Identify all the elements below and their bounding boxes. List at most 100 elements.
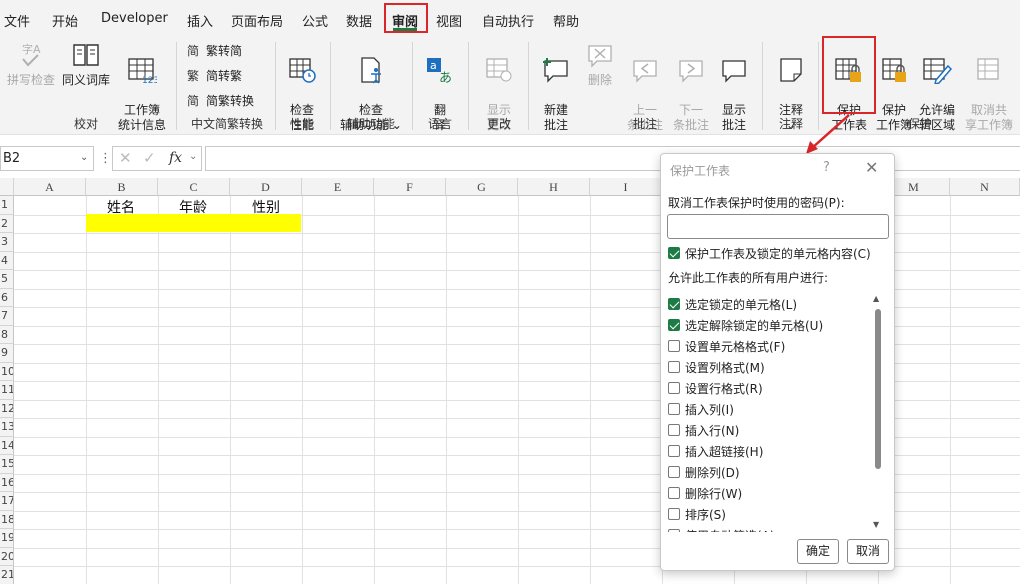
tab-insert[interactable]: 插入: [187, 11, 213, 30]
permission-option[interactable]: 设置列格式(M): [665, 359, 870, 377]
svg-text:繁: 繁: [187, 68, 199, 82]
row-header[interactable]: 4: [0, 251, 14, 270]
permission-option[interactable]: 使用自动筛选(A): [665, 527, 870, 532]
row-header[interactable]: 3: [0, 233, 14, 252]
svg-text:简: 简: [187, 44, 199, 57]
tab-developer[interactable]: Developer: [101, 11, 168, 26]
tab-file[interactable]: 文件: [4, 11, 30, 30]
unshare-workbook-button[interactable]: 取消共 享工作簿: [962, 41, 1016, 133]
t2s-button[interactable]: 简繁转简: [187, 42, 242, 59]
permission-checkbox[interactable]: [668, 508, 680, 520]
permission-option[interactable]: 选定解除锁定的单元格(U): [665, 317, 870, 335]
permission-option[interactable]: 选定锁定的单元格(L): [665, 296, 870, 314]
row-header[interactable]: 13: [0, 418, 14, 437]
permission-checkbox[interactable]: [668, 403, 680, 415]
tab-automate[interactable]: 自动执行: [482, 11, 534, 30]
column-header[interactable]: D: [230, 178, 302, 196]
formula-input[interactable]: [205, 146, 1020, 171]
chevron-down-icon[interactable]: ⌄: [189, 151, 197, 162]
row-header[interactable]: 8: [0, 325, 14, 344]
convert-button[interactable]: 简简繁转换: [187, 92, 254, 109]
permission-checkbox[interactable]: [668, 445, 680, 457]
row-header[interactable]: 2: [0, 214, 14, 233]
password-input[interactable]: [667, 214, 889, 239]
row-header[interactable]: 12: [0, 399, 14, 418]
s2t-button[interactable]: 繁简转繁: [187, 67, 242, 84]
permission-option[interactable]: 设置单元格格式(F): [665, 338, 870, 356]
ok-button[interactable]: 确定: [797, 539, 839, 564]
show-comments-button[interactable]: 显示 批注: [712, 41, 756, 133]
delete-comment-button[interactable]: 删除: [580, 41, 620, 88]
scroll-down-icon[interactable]: ▼: [873, 520, 879, 529]
permission-option[interactable]: 排序(S): [665, 506, 870, 524]
column-header[interactable]: G: [446, 178, 518, 196]
row-header[interactable]: 18: [0, 510, 14, 529]
permission-option[interactable]: 插入行(N): [665, 422, 870, 440]
row-header[interactable]: 15: [0, 455, 14, 474]
tab-view[interactable]: 视图: [436, 11, 462, 30]
cell-b1[interactable]: 姓名: [107, 197, 135, 217]
permission-checkbox[interactable]: [668, 319, 680, 331]
tab-data[interactable]: 数据: [346, 11, 372, 30]
permission-option[interactable]: 插入超链接(H): [665, 443, 870, 461]
chevron-down-icon[interactable]: ⌄: [80, 152, 88, 163]
cancel-icon[interactable]: ✕: [119, 149, 132, 167]
spelling-button[interactable]: 字A 拼写检查: [5, 41, 57, 88]
row-header[interactable]: 17: [0, 492, 14, 511]
permission-label: 设置单元格格式(F): [685, 340, 786, 354]
row-header[interactable]: 1: [0, 196, 14, 215]
row-header[interactable]: 19: [0, 529, 14, 548]
check-icon[interactable]: ✓: [143, 149, 156, 167]
select-all-corner[interactable]: [0, 178, 14, 196]
permission-checkbox[interactable]: [668, 487, 680, 499]
column-header[interactable]: I: [590, 178, 662, 196]
column-header[interactable]: F: [374, 178, 446, 196]
column-header[interactable]: C: [158, 178, 230, 196]
permission-option[interactable]: 删除列(D): [665, 464, 870, 482]
row-header[interactable]: 21: [0, 566, 14, 584]
column-header[interactable]: H: [518, 178, 590, 196]
help-icon[interactable]: ?: [823, 160, 830, 175]
column-header[interactable]: N: [950, 178, 1020, 196]
cancel-button[interactable]: 取消: [847, 539, 889, 564]
cell-c1[interactable]: 年龄: [179, 197, 207, 217]
next-comment-button[interactable]: 下一 条批注: [668, 41, 714, 133]
tab-help[interactable]: 帮助: [553, 11, 579, 30]
row-header[interactable]: 14: [0, 436, 14, 455]
column-header[interactable]: E: [302, 178, 374, 196]
permission-checkbox[interactable]: [668, 466, 680, 478]
protect-contents-checkbox[interactable]: [668, 247, 680, 259]
protect-sheet-highlight: [822, 36, 876, 114]
permission-checkbox[interactable]: [668, 424, 680, 436]
tab-formulas[interactable]: 公式: [302, 11, 328, 30]
permission-option[interactable]: 设置行格式(R): [665, 380, 870, 398]
new-comment-button[interactable]: 新建 批注: [534, 41, 578, 133]
row-header[interactable]: 9: [0, 344, 14, 363]
column-header[interactable]: B: [86, 178, 158, 196]
row-header[interactable]: 10: [0, 362, 14, 381]
scroll-up-icon[interactable]: ▲: [873, 294, 879, 303]
tab-page-layout[interactable]: 页面布局: [231, 11, 283, 30]
workbook-stats-button[interactable]: 123 工作簿 统计信息: [114, 41, 170, 133]
row-header[interactable]: 6: [0, 288, 14, 307]
permission-option[interactable]: 插入列(I): [665, 401, 870, 419]
permissions-list[interactable]: 选定锁定的单元格(L) 选定解除锁定的单元格(U) 设置单元格格式(F) 设置列格式(…: [665, 292, 887, 532]
row-header[interactable]: 7: [0, 307, 14, 326]
permission-option[interactable]: 删除行(W): [665, 485, 870, 503]
permission-checkbox[interactable]: [668, 529, 680, 532]
cell-d1[interactable]: 性别: [252, 197, 280, 217]
row-header[interactable]: 20: [0, 547, 14, 566]
row-header[interactable]: 16: [0, 473, 14, 492]
insert-function-button[interactable]: fx: [169, 150, 182, 166]
row-header[interactable]: 5: [0, 270, 14, 289]
permission-checkbox[interactable]: [668, 298, 680, 310]
column-header[interactable]: A: [14, 178, 86, 196]
tab-home[interactable]: 开始: [52, 11, 78, 30]
permission-checkbox[interactable]: [668, 382, 680, 394]
thesaurus-button[interactable]: 同义词库: [60, 41, 112, 88]
close-icon[interactable]: ✕: [865, 158, 878, 177]
permission-checkbox[interactable]: [668, 361, 680, 373]
permission-checkbox[interactable]: [668, 340, 680, 352]
row-header[interactable]: 11: [0, 381, 14, 400]
scrollbar-thumb[interactable]: [875, 309, 881, 469]
